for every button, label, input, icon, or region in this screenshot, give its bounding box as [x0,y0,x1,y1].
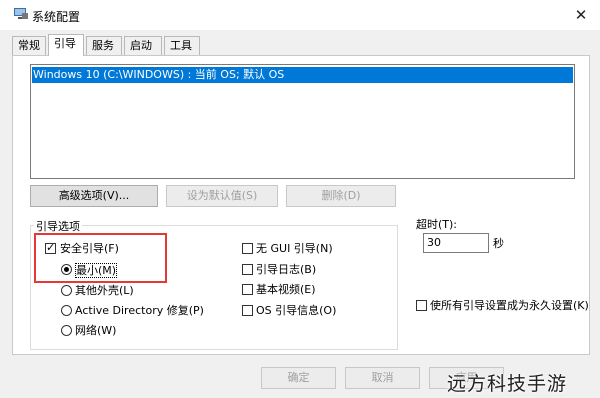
boot-log-checkbox[interactable] [242,264,253,275]
ok-button[interactable]: 确定 [261,367,336,389]
no-gui-boot-checkbox[interactable] [242,243,253,254]
make-permanent-label: 使所有引导设置成为永久设置(K) [430,299,589,312]
minimal-label: 最小(M) [75,263,118,278]
boot-entry[interactable]: Windows 10 (C:\WINDOWS) : 当前 OS; 默认 OS [32,67,573,83]
window-title: 系统配置 [32,10,81,24]
make-permanent-checkbox[interactable] [416,300,427,311]
tab-tools[interactable]: 工具 [164,36,200,55]
timeout-unit: 秒 [493,237,504,250]
cancel-button[interactable]: 取消 [345,367,420,389]
alternate-shell-radio[interactable] [61,285,72,296]
delete-button[interactable]: 删除(D) [286,185,396,207]
watermark-text: 远方科技手游 [447,373,568,395]
os-boot-info-checkbox[interactable] [242,305,253,316]
title-bar: 系统配置 ✕ [0,0,600,30]
safe-boot-checkbox[interactable] [45,241,56,254]
tab-boot[interactable]: 引导 [48,34,84,56]
boot-log-label: 引导日志(B) [256,263,317,276]
network-label: 网络(W) [75,324,117,337]
advanced-options-button[interactable]: 高级选项(V)... [30,185,158,207]
tab-services[interactable]: 服务 [86,36,122,55]
network-radio[interactable] [61,325,72,336]
safe-boot-label: 安全引导(F) [60,242,119,255]
ad-repair-radio[interactable] [61,305,72,316]
system-config-icon [14,8,28,19]
boot-entry-list[interactable]: Windows 10 (C:\WINDOWS) : 当前 OS; 默认 OS [30,64,575,179]
tab-startup[interactable]: 启动 [124,36,162,55]
timeout-input[interactable]: 30 [423,233,489,253]
minimal-radio[interactable] [61,264,72,275]
tab-general[interactable]: 常规 [12,36,46,55]
base-video-checkbox[interactable] [242,284,253,295]
set-default-button[interactable]: 设为默认值(S) [166,185,278,207]
boot-options-title: 引导选项 [34,218,82,234]
timeout-label: 超时(T): [416,218,458,231]
ad-repair-label: Active Directory 修复(P) [75,304,204,317]
alternate-shell-label: 其他外壳(L) [75,284,134,297]
base-video-label: 基本视频(E) [256,283,316,296]
close-icon[interactable]: ✕ [566,2,596,28]
os-boot-info-label: OS 引导信息(O) [256,304,337,317]
no-gui-boot-label: 无 GUI 引导(N) [256,242,333,255]
